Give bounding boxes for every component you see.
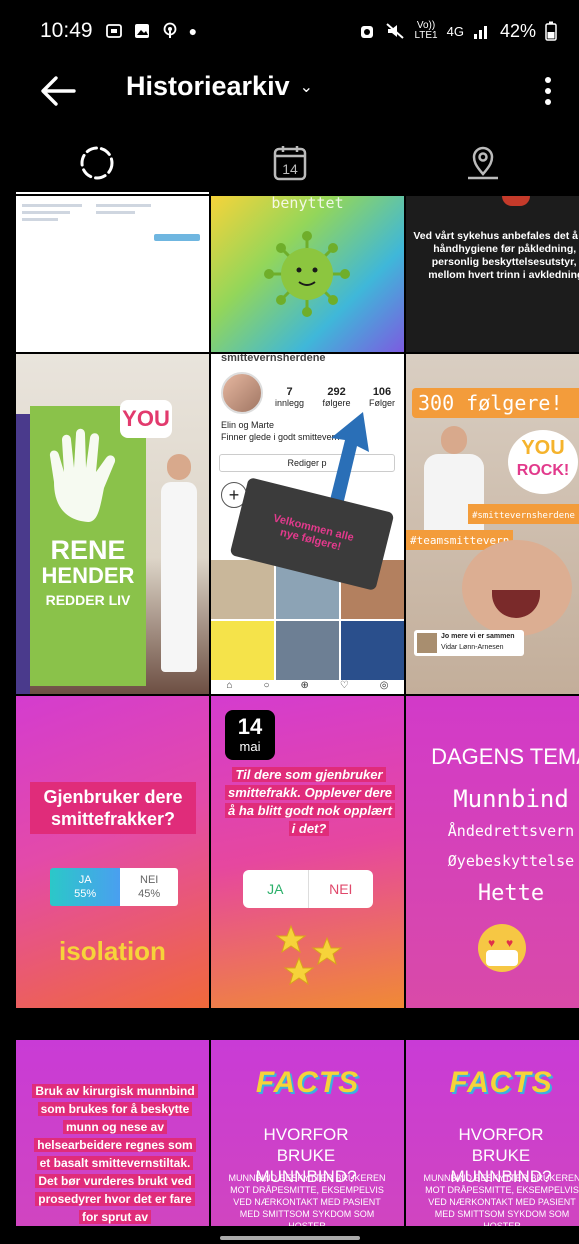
podcast-icon xyxy=(163,22,176,38)
date-badge: 14 mai xyxy=(225,710,275,760)
story-tile-8[interactable]: 14 mai Til dere som gjenbruker smittefra… xyxy=(211,696,404,1008)
banner-line-1: RENE xyxy=(50,535,126,565)
story-tile-11[interactable]: FACTS HVORFOR BRUKE MUNNBIND? MUNNBIND B… xyxy=(211,1040,404,1226)
story-tile-6[interactable]: 300 følgere! YOU ROCK! #smittevernsherde… xyxy=(406,354,579,694)
person-figure xyxy=(161,454,197,678)
following-count: 106 xyxy=(372,386,392,398)
topic-item-1: Munnbind xyxy=(453,785,569,813)
status-bar: 10:49 ● Vo)) LTE1 4G 42% xyxy=(0,0,579,62)
mute-icon xyxy=(386,23,405,39)
loading-circle-icon xyxy=(80,146,113,180)
tab-calendar[interactable]: 14 xyxy=(193,132,386,194)
hospital-logo xyxy=(154,234,200,241)
story-tile-4[interactable]: RENE HENDER REDDER LIV YOU xyxy=(16,354,209,694)
page-title-text: Historiearkiv xyxy=(126,71,290,101)
story-tile-10[interactable]: Bruk av kirurgisk munnbind som brukes fo… xyxy=(16,1040,209,1226)
followers-count: 292 xyxy=(327,386,346,398)
posts-count: 7 xyxy=(286,386,293,398)
quiz-question: Til dere som gjenbruker smittefrakk. Opp… xyxy=(225,766,396,838)
date-badge-day: 14 xyxy=(237,714,263,739)
facts-label: FACTS xyxy=(449,1066,553,1099)
back-arrow-icon[interactable] xyxy=(38,74,78,108)
story-tile-3-text: Ved vårt sykehus anbefales det å utføre … xyxy=(413,230,579,281)
stars-icon xyxy=(275,924,343,986)
info-text: Bruk av kirurgisk munnbind som brukes fo… xyxy=(30,1082,200,1226)
signal-icon xyxy=(473,26,487,39)
home-indicator[interactable] xyxy=(220,1236,360,1240)
story-tile-3[interactable]: Ved vårt sykehus anbefales det å utføre … xyxy=(406,196,579,352)
archive-tabs: 14 xyxy=(0,132,579,194)
poll-results: JA 55% NEI 45% xyxy=(50,868,178,906)
banner-line-3: REDDER LIV xyxy=(45,592,131,608)
dot-icon: ● xyxy=(188,23,198,39)
story-tile-9[interactable]: DAGENS TEMA Munnbind Åndedrettsvern Øyeb… xyxy=(406,696,579,1008)
mask-face-emoji: ♥ ♥ xyxy=(478,924,526,972)
gallery-icon xyxy=(134,24,149,38)
story-tile-7[interactable]: Gjenbruker dere smittefrakker? JA 55% NE… xyxy=(16,696,209,1008)
screenshot-icon xyxy=(105,24,122,38)
battery-percent: 42% xyxy=(499,20,536,41)
topic-item-2: Åndedrettsvern xyxy=(447,822,575,840)
banner-line-2: HENDER xyxy=(41,563,135,588)
calendar-day: 14 xyxy=(282,161,298,177)
tab-indicator xyxy=(16,192,209,194)
bio-name: Elin og Marte xyxy=(221,420,275,430)
tab-stories[interactable] xyxy=(0,132,193,194)
top-app-bar: Historiearkiv ⌄ xyxy=(0,62,579,120)
story-tile-2[interactable]: benyttet xyxy=(211,196,404,352)
status-time: 10:49 xyxy=(40,19,93,42)
network-type: 4G xyxy=(446,23,464,39)
profile-header: smittevernsherdene xyxy=(221,354,326,364)
hashtag-1: #smittevernsherdene xyxy=(468,504,579,524)
date-badge-month: mai xyxy=(239,739,261,754)
facts-label: FACTS xyxy=(255,1066,360,1099)
story-grid: benyttet Ved vårt sykehus anbefales det … xyxy=(16,196,579,1226)
topic-item-3: Øyebeskyttelse xyxy=(447,852,575,870)
poll-yes-bar: JA 55% xyxy=(50,868,121,906)
rollup-banner: RENE HENDER REDDER LIV xyxy=(30,406,146,686)
poll-no-bar: NEI 45% xyxy=(120,868,178,906)
story-tile-12[interactable]: FACTS HVORFOR BRUKE MUNNBIND? MUNNBIND B… xyxy=(406,1040,579,1226)
facts-body: MUNNBIND BESKYTTER BRUKEREN MOT DRÅPESMI… xyxy=(423,1173,579,1226)
hand-icon xyxy=(49,428,116,522)
tab-map[interactable] xyxy=(386,132,579,194)
quiz-option-no: NEI xyxy=(329,881,353,897)
topic-item-4: Hette xyxy=(477,881,545,906)
profile-bottom-nav: ⌂ ○ ⊕ ♡ ◎ xyxy=(226,680,389,691)
page-title[interactable]: Historiearkiv ⌄ xyxy=(126,71,313,102)
story-tile-1[interactable] xyxy=(16,196,209,352)
you-sticker: YOU xyxy=(120,400,172,438)
isolation-logo: isolation xyxy=(59,936,166,966)
calendar-icon: 14 xyxy=(273,146,306,181)
poll-question: Gjenbruker dere smittefrakker? xyxy=(30,782,196,834)
more-options-icon[interactable] xyxy=(540,74,556,108)
quiz-option-yes: JA xyxy=(243,870,309,908)
alarm-icon xyxy=(361,26,374,38)
lte-label: LTE1 xyxy=(414,30,438,41)
you-rock-sticker: YOU ROCK! xyxy=(508,430,578,494)
system-nav-bar xyxy=(0,1226,579,1244)
chevron-down-icon: ⌄ xyxy=(299,78,313,96)
battery-icon xyxy=(545,21,557,41)
quiz-options: JA NEI xyxy=(243,870,373,908)
topic-title: DAGENS TEMA xyxy=(431,744,579,769)
location-pin-icon xyxy=(467,146,498,180)
music-card: Jo mere vi er sammen Vidar Lønn-Arnesen xyxy=(414,630,524,656)
story-tile-5[interactable]: smittevernsherdene 7 innlegg 292 følgere 1… xyxy=(211,354,404,694)
profile-avatar xyxy=(221,372,263,414)
laughing-face xyxy=(462,540,572,636)
virus-icon xyxy=(264,231,350,317)
followers-banner: 300 følgere! xyxy=(412,388,579,418)
facts-body: MUNNBIND BESKYTTER BRUKEREN MOT DRÅPESMI… xyxy=(228,1173,386,1226)
